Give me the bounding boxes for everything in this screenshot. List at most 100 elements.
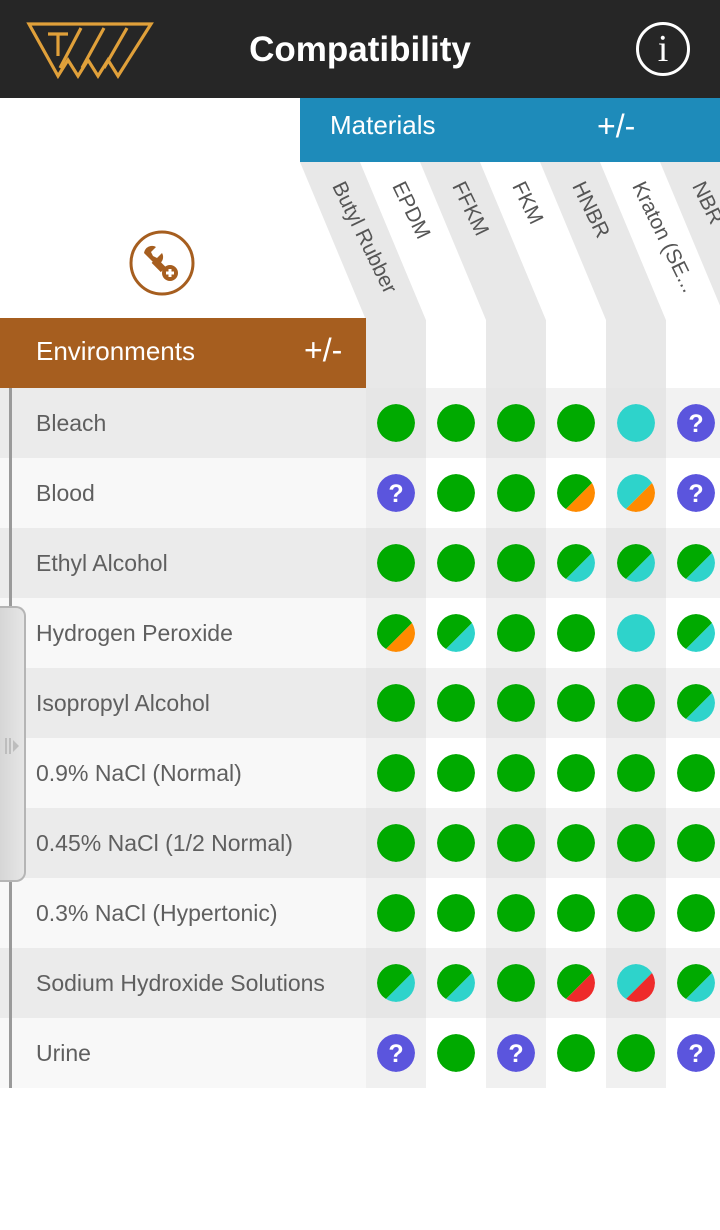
compatibility-cell [426,528,486,598]
rating-green-icon[interactable] [617,824,655,862]
environment-label[interactable]: Blood [0,458,366,528]
compatibility-cell [366,948,426,1018]
compatibility-cell [666,598,720,668]
rating-green-icon[interactable] [557,824,595,862]
rating-green-icon[interactable] [677,824,715,862]
rating-green-icon[interactable] [437,404,475,442]
rating-green-icon[interactable] [617,684,655,722]
rating-green-icon[interactable] [617,754,655,792]
rating-green-icon[interactable] [497,894,535,932]
rating-green-cyan-icon[interactable] [437,964,475,1002]
svg-text:?: ? [688,1040,703,1068]
rating-green-icon[interactable] [437,1034,475,1072]
environments-label: Environments [36,336,195,366]
compatibility-cell [606,948,666,1018]
rating-green-icon[interactable] [437,754,475,792]
rating-green-orange-icon[interactable] [377,614,415,652]
environment-label[interactable]: Urine [0,1018,366,1088]
rating-green-icon[interactable] [437,544,475,582]
rating-green-icon[interactable] [437,684,475,722]
compatibility-cell [426,598,486,668]
compatibility-cell [546,1018,606,1088]
rating-green-icon[interactable] [377,404,415,442]
rating-green-icon[interactable] [377,754,415,792]
rating-green-cyan-icon[interactable] [437,614,475,652]
compatibility-cell [606,668,666,738]
rating-green-icon[interactable] [497,964,535,1002]
rating-green-icon[interactable] [377,894,415,932]
rating-green-icon[interactable] [437,894,475,932]
rating-green-icon[interactable] [497,824,535,862]
unknown-rating-icon[interactable]: ? [497,1034,535,1072]
compatibility-cell [606,598,666,668]
rating-cyan-red-icon[interactable] [617,964,655,1002]
rating-green-icon[interactable] [617,1034,655,1072]
materials-toggle-button[interactable]: +/- [597,108,635,145]
rating-green-icon[interactable] [377,684,415,722]
rating-green-icon[interactable] [497,474,535,512]
rating-green-cyan-icon[interactable] [377,964,415,1002]
table-row: Blood?? [0,458,720,528]
rating-green-icon[interactable] [557,404,595,442]
rating-green-icon[interactable] [377,824,415,862]
rating-green-orange-icon[interactable] [557,474,595,512]
compatibility-cell: ? [366,1018,426,1088]
compatibility-cell [666,948,720,1018]
rating-green-cyan-icon[interactable] [677,614,715,652]
wrench-settings-icon[interactable] [128,229,196,297]
rating-green-icon[interactable] [497,404,535,442]
rating-green-icon[interactable] [497,684,535,722]
rating-green-icon[interactable] [557,614,595,652]
environment-label[interactable]: 0.3% NaCl (Hypertonic) [0,878,366,948]
environment-label[interactable]: 0.45% NaCl (1/2 Normal) [0,808,366,878]
rating-green-icon[interactable] [497,754,535,792]
compatibility-cell [366,878,426,948]
rating-green-cyan-icon[interactable] [677,684,715,722]
unknown-rating-icon[interactable]: ? [677,404,715,442]
compatibility-cell [426,878,486,948]
rating-green-icon[interactable] [557,1034,595,1072]
info-icon[interactable]: i [636,22,690,76]
compatibility-cell [606,1018,666,1088]
environment-label[interactable]: 0.9% NaCl (Normal) [0,738,366,808]
compatibility-cell [546,598,606,668]
environments-toggle-button[interactable]: +/- [304,332,342,369]
environment-label[interactable]: Bleach [0,388,366,458]
compatibility-cell [606,808,666,878]
environment-label[interactable]: Ethyl Alcohol [0,528,366,598]
rating-green-icon[interactable] [377,544,415,582]
compatibility-cell [666,878,720,948]
unknown-rating-icon[interactable]: ? [677,474,715,512]
compatibility-cell [426,808,486,878]
rating-green-cyan-icon[interactable] [677,964,715,1002]
rating-green-icon[interactable] [437,824,475,862]
rating-green-icon[interactable] [497,614,535,652]
rating-cyan-orange-icon[interactable] [617,474,655,512]
rating-green-red-icon[interactable] [557,964,595,1002]
rating-green-cyan-icon[interactable] [677,544,715,582]
svg-text:?: ? [688,480,703,508]
rating-green-cyan-icon[interactable] [617,544,655,582]
rating-green-icon[interactable] [497,544,535,582]
rating-green-cyan-icon[interactable] [557,544,595,582]
rating-green-icon[interactable] [437,474,475,512]
svg-text:?: ? [388,480,403,508]
rating-green-icon[interactable] [677,894,715,932]
rating-cyan-icon[interactable] [617,614,655,652]
environment-label[interactable]: Hydrogen Peroxide [0,598,366,668]
environment-label[interactable]: Sodium Hydroxide Solutions [0,948,366,1018]
drawer-handle[interactable] [0,606,26,882]
rating-green-icon[interactable] [677,754,715,792]
rating-cyan-icon[interactable] [617,404,655,442]
environment-label[interactable]: Isopropyl Alcohol [0,668,366,738]
unknown-rating-icon[interactable]: ? [677,1034,715,1072]
rating-green-icon[interactable] [557,754,595,792]
rating-green-icon[interactable] [557,894,595,932]
unknown-rating-icon[interactable]: ? [377,474,415,512]
unknown-rating-icon[interactable]: ? [377,1034,415,1072]
rating-green-icon[interactable] [557,684,595,722]
app-header: Compatibility i [0,0,720,98]
compatibility-cell [546,388,606,458]
rating-green-icon[interactable] [617,894,655,932]
svg-text:?: ? [388,1040,403,1068]
